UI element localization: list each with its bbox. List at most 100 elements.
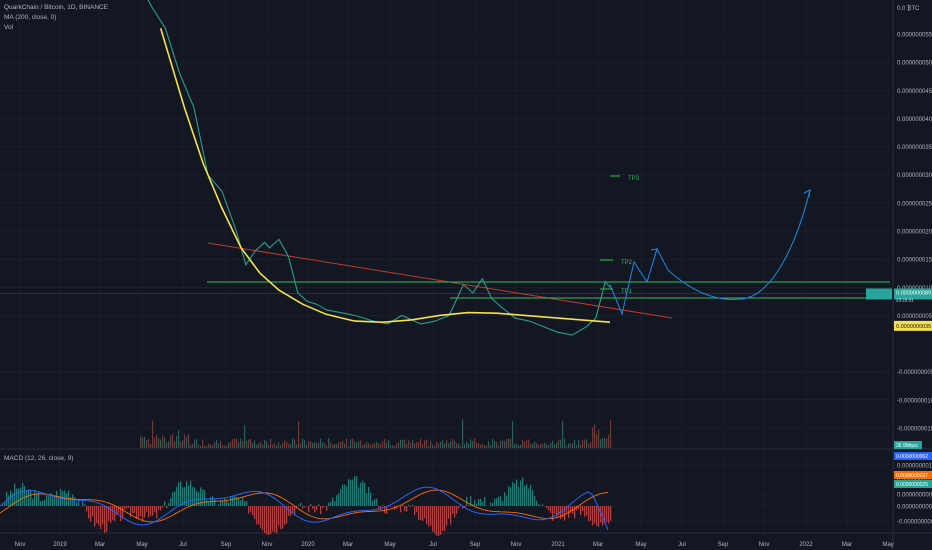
macd-histogram-bar xyxy=(530,484,532,506)
macd-histogram-bar xyxy=(382,504,384,506)
ma-value-text: 0.0000000035 xyxy=(896,324,931,330)
volume-bar xyxy=(584,439,586,448)
macd-histogram-bar xyxy=(348,479,350,506)
volume-bar xyxy=(252,443,254,448)
volume-bar xyxy=(358,441,360,448)
volume-bar xyxy=(238,442,240,448)
volume-bar xyxy=(546,444,548,448)
volume-bar xyxy=(300,443,302,448)
volume-bar xyxy=(572,443,574,448)
volume-bar xyxy=(240,438,242,448)
volume-bar xyxy=(364,443,366,448)
volume-bar xyxy=(432,444,434,448)
macd-histogram-bar xyxy=(528,488,530,506)
macd-histogram-bar xyxy=(104,506,106,533)
volume-bar xyxy=(540,443,542,448)
volume-bar xyxy=(202,439,204,448)
volume-bar xyxy=(372,443,374,448)
hist-value-text: 0.0000000025 xyxy=(896,482,928,488)
macd-histogram-bar xyxy=(34,490,36,506)
volume-bar xyxy=(608,434,610,448)
volume-bar xyxy=(164,437,166,448)
volume-bar xyxy=(222,445,224,448)
volume-bar xyxy=(508,439,510,448)
macd-histogram-bar xyxy=(168,503,170,506)
macd-histogram-bar xyxy=(128,506,130,508)
macd-histogram-bar xyxy=(252,506,254,516)
macd-histogram-bar xyxy=(610,506,612,521)
macd-histogram-bar xyxy=(302,506,304,509)
chart-background xyxy=(0,0,932,550)
volume-bar xyxy=(226,445,228,448)
macd-histogram-bar xyxy=(336,495,338,506)
volume-bar xyxy=(186,436,188,448)
macd-legend[interactable]: MACD (12, 26, close, 9) xyxy=(4,455,73,462)
volume-bar xyxy=(526,440,528,448)
macd-histogram-bar xyxy=(508,486,510,506)
macd-histogram-bar xyxy=(524,485,526,506)
macd-histogram-bar xyxy=(308,506,310,513)
macd-histogram-bar xyxy=(414,506,416,516)
chart-canvas[interactable]: TP1TP2TP3 0.00000000150.00000000100.0000… xyxy=(0,0,932,550)
macd-histogram-bar xyxy=(330,501,332,506)
volume-bar xyxy=(146,439,148,448)
volume-bar xyxy=(452,438,454,448)
macd-histogram-bar xyxy=(606,506,608,523)
macd-histogram-bar xyxy=(404,506,406,512)
volume-bar xyxy=(156,434,158,448)
macd-histogram-bar xyxy=(136,506,138,519)
x-tick-label: Jul xyxy=(429,542,437,548)
macd-histogram-bar xyxy=(88,506,90,519)
macd-histogram-bar xyxy=(546,506,548,509)
volume-bar xyxy=(218,443,220,448)
volume-bar xyxy=(208,443,210,448)
volume-bar xyxy=(256,444,258,448)
volume-bar xyxy=(310,441,312,448)
volume-bar xyxy=(402,439,404,448)
macd-histogram-bar xyxy=(514,483,516,506)
x-tick-label: Mar xyxy=(842,542,852,548)
volume-bar xyxy=(424,440,426,448)
volume-bar xyxy=(486,445,488,448)
volume-bar xyxy=(318,442,320,448)
volume-bar xyxy=(434,445,436,448)
x-tick-label: May xyxy=(882,542,893,548)
volume-bar xyxy=(232,438,234,448)
macd-value-text: 0.0000000062 xyxy=(896,454,928,460)
macd-histogram-bar xyxy=(320,506,322,515)
macd-histogram-bar xyxy=(150,506,152,517)
volume-bar xyxy=(224,445,226,448)
volume-bar xyxy=(460,445,462,448)
volume-bar xyxy=(514,443,516,448)
volume-value: 36.9Mquc xyxy=(896,443,918,449)
macd-histogram-bar xyxy=(194,487,196,506)
macd-histogram-bar xyxy=(526,484,528,506)
x-tick-label: 2020 xyxy=(301,542,315,548)
volume-bar xyxy=(466,441,468,448)
volume-bar xyxy=(228,442,230,448)
vol-legend[interactable]: Vol xyxy=(4,24,13,31)
volume-bar xyxy=(582,440,584,448)
volume-bar xyxy=(172,434,174,448)
volume-bar xyxy=(418,441,420,448)
macd-histogram-bar xyxy=(76,502,78,506)
volume-bar xyxy=(282,442,284,448)
volume-bar xyxy=(560,440,562,448)
macd-histogram-bar xyxy=(584,506,586,517)
macd-histogram-bar xyxy=(192,486,194,506)
ma-legend[interactable]: MA (200, close, 0) xyxy=(4,14,56,21)
macd-histogram-bar xyxy=(174,491,176,506)
volume-bar xyxy=(454,440,456,448)
volume-bar xyxy=(290,444,292,448)
volume-bar xyxy=(262,444,264,448)
macd-histogram-bar xyxy=(500,496,502,506)
macd-histogram-bar xyxy=(56,490,58,506)
volume-bar xyxy=(168,441,170,448)
x-tick-label: 2022 xyxy=(799,542,813,548)
y-tick-label: -0.0000000050 xyxy=(897,370,932,376)
volume-bar xyxy=(542,444,544,448)
macd-histogram-bar xyxy=(316,506,318,511)
macd-histogram-bar xyxy=(180,481,182,506)
macd-histogram-bar xyxy=(376,498,378,506)
macd-histogram-bar xyxy=(346,486,348,506)
